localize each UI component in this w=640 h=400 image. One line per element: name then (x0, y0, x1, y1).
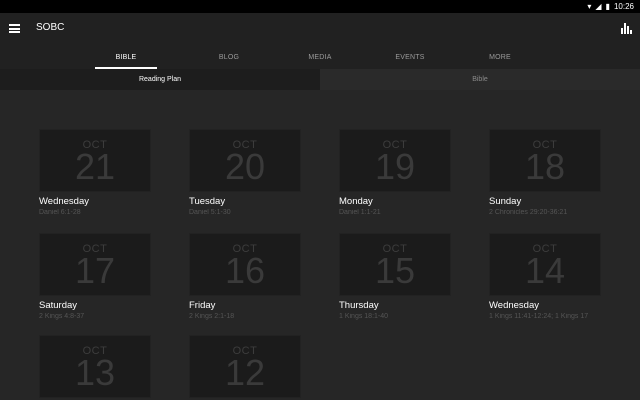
tab-media[interactable]: MEDIA (289, 45, 351, 69)
tile-day: 21 (74, 146, 116, 187)
card-weekday: Wednesday (39, 196, 89, 207)
tile-day: 19 (374, 146, 416, 187)
card-passage: 2 Chronicles 29:20-36:21 (489, 209, 568, 216)
reading-card[interactable]: OCT 20 Tuesday Daniel 5:1-30 (189, 129, 302, 216)
date-tile: OCT 19 (339, 129, 451, 192)
chart-icon[interactable] (621, 22, 633, 34)
wifi-icon: ▾ (587, 2, 592, 11)
tab-blog[interactable]: BLOG (198, 45, 260, 69)
tab-bar: BIBLE BLOG MEDIA EVENTS MORE (0, 45, 640, 69)
date-tile: OCT 13 (39, 335, 151, 398)
date-tile: OCT 15 (339, 233, 451, 296)
card-passage: 1 Kings 11:41-12:24; 1 Kings 17 (489, 313, 589, 320)
tile-day: 15 (374, 250, 416, 291)
tile-day: 16 (224, 250, 266, 291)
subtab-bible[interactable]: Bible (320, 69, 640, 90)
card-weekday: Monday (339, 196, 373, 207)
tile-day: 17 (74, 250, 116, 291)
date-tile: OCT 12 (189, 335, 301, 398)
reading-plan-grid: OCT 21 Wednesday Daniel 6:1-28 OCT 20 Tu… (39, 129, 609, 400)
reading-card[interactable]: OCT 13 (39, 335, 152, 398)
reading-card[interactable]: OCT 21 Wednesday Daniel 6:1-28 (39, 129, 152, 216)
tile-day: 14 (524, 250, 566, 291)
status-bar: ▾ ◢ ▮ 10:26 (0, 0, 640, 13)
app-title: SOBC (36, 22, 65, 33)
status-time: 10:26 (613, 2, 634, 11)
battery-icon: ▮ (605, 2, 610, 11)
card-passage: 2 Kings 2:1-18 (189, 313, 235, 320)
subtab-reading-plan[interactable]: Reading Plan (0, 69, 320, 90)
date-tile: OCT 18 (489, 129, 601, 192)
card-passage: Daniel 1:1-21 (339, 209, 381, 216)
menu-icon[interactable] (9, 24, 20, 33)
date-tile: OCT 14 (489, 233, 601, 296)
tile-day: 20 (224, 146, 266, 187)
reading-card[interactable]: OCT 17 Saturday 2 Kings 4:8-37 (39, 233, 152, 320)
tab-bible[interactable]: BIBLE (95, 45, 157, 69)
card-passage: 1 Kings 18:1-40 (339, 313, 389, 320)
tile-day: 18 (524, 146, 566, 187)
tile-day: 13 (74, 352, 116, 393)
reading-card[interactable]: OCT 15 Thursday 1 Kings 18:1-40 (339, 233, 452, 320)
sub-tab-bar: Reading Plan Bible (0, 69, 640, 90)
date-tile: OCT 17 (39, 233, 151, 296)
card-passage: Daniel 6:1-28 (39, 209, 81, 216)
card-weekday: Tuesday (189, 196, 226, 207)
tab-more[interactable]: MORE (469, 45, 531, 69)
card-weekday: Thursday (339, 300, 379, 311)
tile-day: 12 (224, 352, 266, 393)
card-weekday: Saturday (39, 300, 78, 311)
card-weekday: Wednesday (489, 300, 539, 311)
reading-card[interactable]: OCT 18 Sunday 2 Chronicles 29:20-36:21 (489, 129, 602, 216)
date-tile: OCT 21 (39, 129, 151, 192)
reading-card[interactable]: OCT 19 Monday Daniel 1:1-21 (339, 129, 452, 216)
date-tile: OCT 16 (189, 233, 301, 296)
app-bar: SOBC (0, 13, 640, 45)
reading-card[interactable]: OCT 16 Friday 2 Kings 2:1-18 (189, 233, 302, 320)
card-weekday: Sunday (489, 196, 522, 207)
card-passage: 2 Kings 4:8-37 (39, 313, 85, 320)
card-passage: Daniel 5:1-30 (189, 209, 231, 216)
reading-card[interactable]: OCT 14 Wednesday 1 Kings 11:41-12:24; 1 … (489, 233, 602, 320)
signal-icon: ◢ (595, 2, 602, 11)
reading-card[interactable]: OCT 12 (189, 335, 302, 398)
date-tile: OCT 20 (189, 129, 301, 192)
card-weekday: Friday (189, 300, 216, 311)
tab-events[interactable]: EVENTS (379, 45, 441, 69)
